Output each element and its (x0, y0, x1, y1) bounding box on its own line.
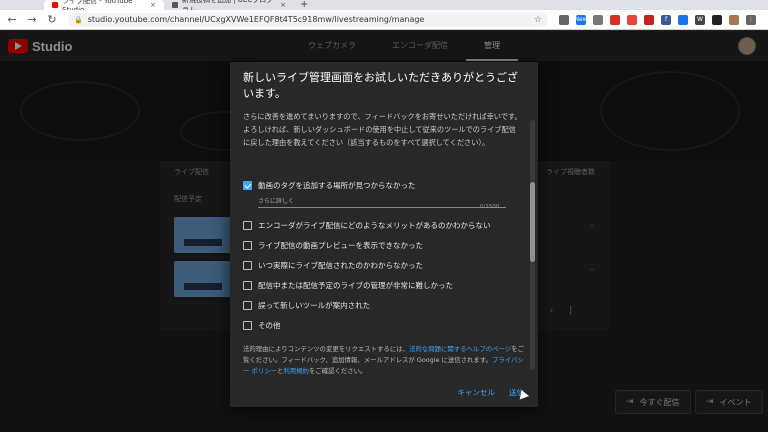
checkbox[interactable] (243, 221, 252, 230)
option-encoder[interactable]: エンコーダがライブ配信にどのようなメリットがあるのかわからない (243, 220, 491, 231)
red-ext-icon[interactable] (610, 14, 620, 25)
facebook-icon[interactable]: f (661, 14, 671, 25)
details-input[interactable]: さらに詳しく (258, 196, 506, 208)
checkbox[interactable] (243, 301, 252, 310)
menu-icon[interactable]: ⋮ (746, 14, 756, 25)
forward-arrow-icon[interactable]: → (24, 13, 40, 26)
checkbox[interactable] (243, 241, 252, 250)
checkbox-checked[interactable] (243, 181, 252, 190)
option-label: エンコーダがライブ配信にどのようなメリットがあるのかわからない (258, 221, 491, 230)
feedback-dialog: 新しいライブ管理画面をお試しいただきありがとうございます。 さらに改善を進めてま… (230, 62, 538, 407)
site-favicon-icon (172, 2, 178, 8)
dialog-scrollbar-thumb[interactable] (530, 182, 535, 262)
checkbox[interactable] (243, 281, 252, 290)
option-label: 誤って新しいツールが案内された (258, 301, 371, 310)
dialog-intro: さらに改善を進めてまいりますので、フィードバックをお寄せいただければ幸いです。よ… (243, 112, 522, 147)
screenshot-icon[interactable] (593, 14, 603, 25)
tag-icon[interactable] (627, 14, 637, 25)
browser-tab-strip: ライブ配信 - YouTube Studio × 新規投稿を追加 | UECプロ… (0, 0, 768, 14)
camera-icon[interactable] (559, 14, 569, 25)
dialog-actions: キャンセル 送信 (444, 387, 525, 398)
ext-red-square-icon[interactable] (644, 14, 654, 25)
legal-text: 法的理由によりコンテンツの変更をリクエストするには、 (243, 345, 410, 353)
address-bar[interactable]: 🔒 studio.youtube.com/channel/UCxgXVWe1EF… (68, 12, 548, 27)
url-text: studio.youtube.com/channel/UCxgXVWe1EFQF… (87, 15, 425, 24)
dialog-title: 新しいライブ管理画面をお試しいただきありがとうございます。 (243, 71, 518, 100)
option-tags[interactable]: 動画のタグを追加する場所が見つからなかった (243, 180, 416, 191)
tab-close-icon[interactable]: × (150, 1, 156, 9)
option-preview[interactable]: ライブ配信の動画プレビューを表示できなかった (243, 240, 423, 251)
char-counter: 0/1500 (480, 204, 500, 210)
option-label: その他 (258, 321, 281, 330)
option-label: ライブ配信の動画プレビューを表示できなかった (258, 241, 423, 250)
profile-icon[interactable] (729, 14, 739, 25)
tab-close-icon[interactable]: × (280, 1, 286, 9)
qr-icon[interactable] (712, 14, 722, 25)
cancel-button[interactable]: キャンセル (458, 387, 496, 398)
checkbox[interactable] (243, 321, 252, 330)
option-other[interactable]: その他 (243, 320, 281, 331)
legal-help-link[interactable]: 法的な問題に関するヘルプのページ (409, 345, 511, 353)
browser-tab-active[interactable]: ライブ配信 - YouTube Studio × (44, 0, 164, 14)
new-tab-icon[interactable]: + (300, 0, 308, 10)
option-label: 配信中または配信予定のライブの管理が非常に難しかった (258, 281, 453, 290)
legal-text: をご確認ください。 (308, 367, 367, 375)
reload-icon[interactable]: ↻ (44, 13, 60, 26)
option-when-live[interactable]: いつ実際にライブ配信されたのかわからなかった (243, 260, 423, 271)
bookmark-star-icon[interactable]: ☆ (534, 15, 542, 25)
back-arrow-icon[interactable]: ← (4, 13, 20, 26)
legal-notice: 法的理由によりコンテンツの変更をリクエストするには、法的な問題に関するヘルプのペ… (243, 344, 525, 377)
details-placeholder: さらに詳しく (258, 198, 295, 205)
terms-link[interactable]: 利用規約 (283, 367, 309, 375)
option-management[interactable]: 配信中または配信予定のライブの管理が非常に難しかった (243, 280, 453, 291)
lock-icon: 🔒 (74, 15, 83, 24)
option-label: 動画のタグを追加する場所が見つからなかった (258, 181, 416, 190)
w-icon[interactable]: W (695, 14, 705, 25)
extension-icons: New f W ⋮ (552, 14, 756, 25)
new-badge-icon[interactable]: New (574, 14, 588, 25)
youtube-favicon-icon (52, 2, 58, 8)
browser-tab-inactive[interactable]: 新規投稿を追加 | UECプログラム × (164, 0, 294, 14)
option-mistaken[interactable]: 誤って新しいツールが案内された (243, 300, 370, 311)
option-label: いつ実際にライブ配信されたのかわからなかった (258, 261, 423, 270)
blue-circle-icon[interactable] (678, 14, 688, 25)
browser-toolbar: ← → ↻ 🔒 studio.youtube.com/channel/UCxgX… (0, 10, 768, 30)
checkbox[interactable] (243, 261, 252, 270)
